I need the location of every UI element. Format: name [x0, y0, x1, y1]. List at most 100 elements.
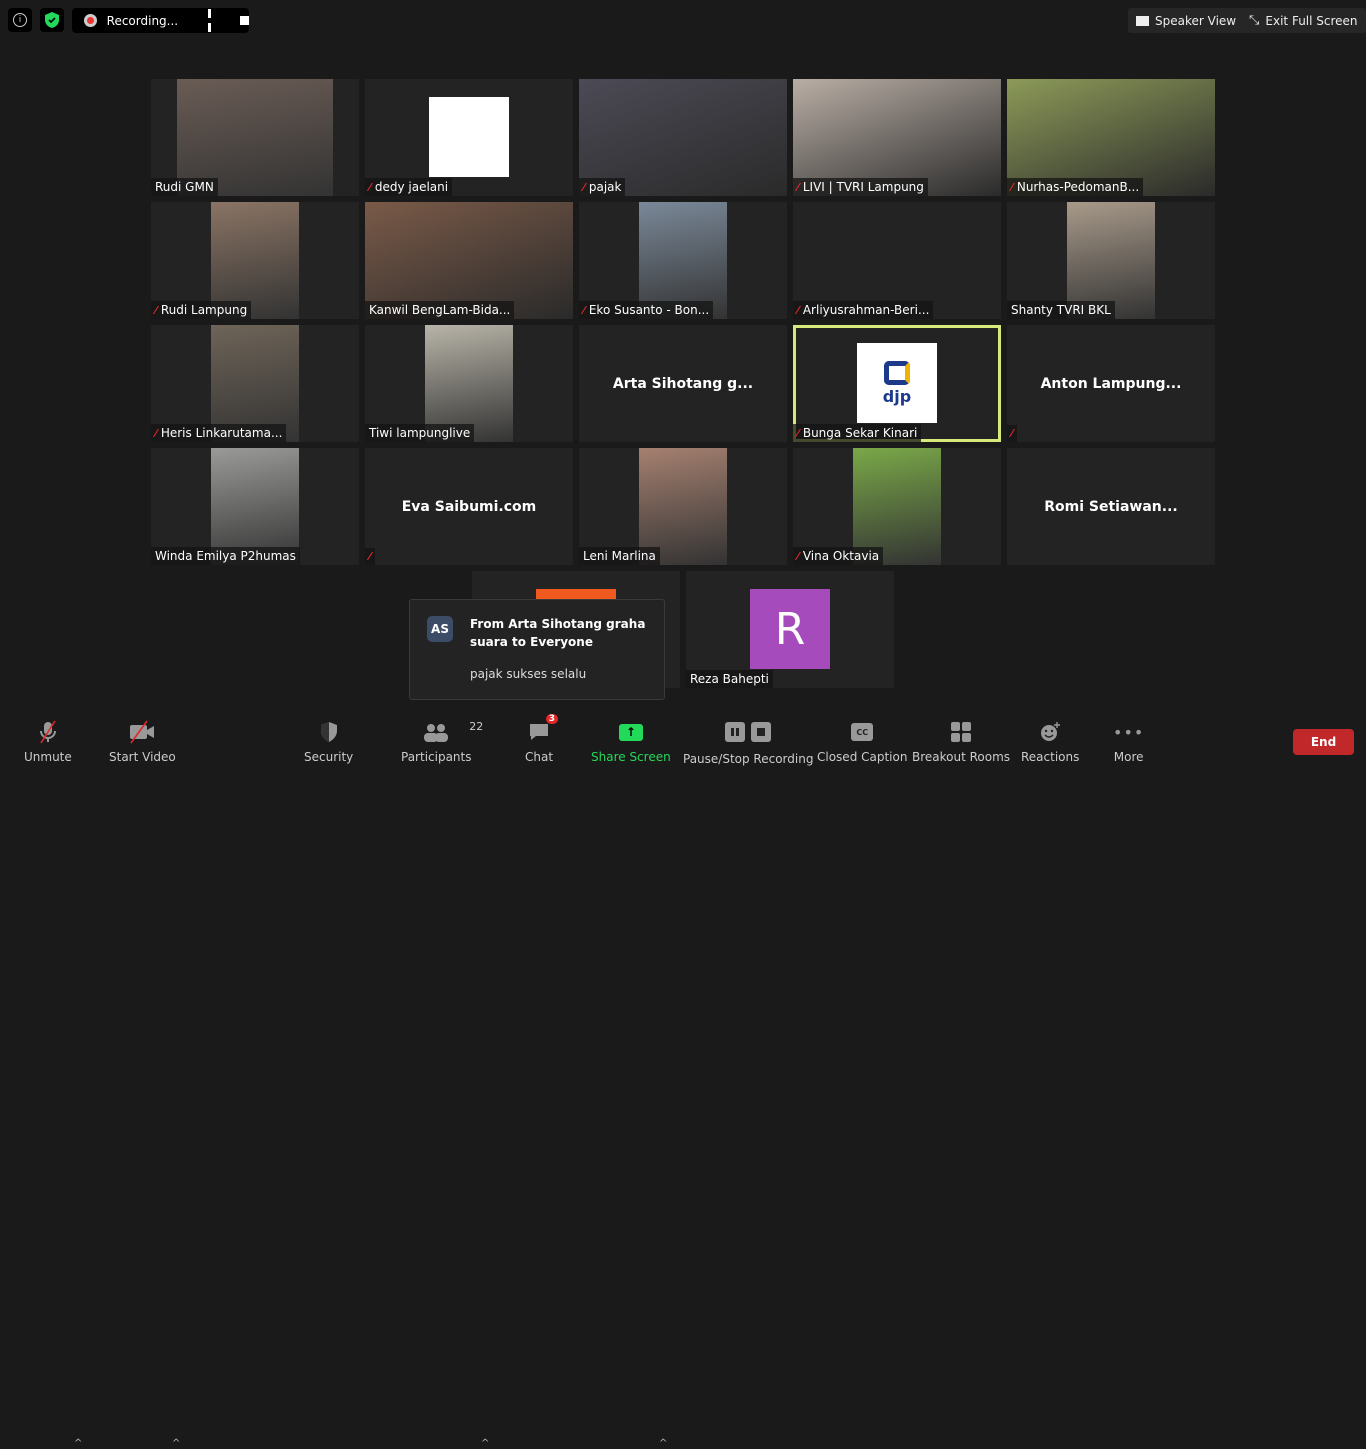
audio-options-caret[interactable]: ^: [74, 1438, 82, 1449]
participant-tile[interactable]: R Reza Bahepti: [686, 571, 894, 688]
chat-notification[interactable]: AS From Arta Sihotang graha suara to Eve…: [409, 599, 665, 700]
mic-muted-icon: ⁄: [797, 180, 799, 194]
exit-full-screen-button[interactable]: ⤡ Exit Full Screen: [1241, 8, 1366, 33]
participant-name-label: ⁄: [365, 548, 375, 565]
participant-name: Kanwil BengLam-Bida...: [369, 303, 511, 317]
exit-full-screen-label: Exit Full Screen: [1265, 13, 1358, 28]
participant-tile[interactable]: ⁄ LIVI | TVRI Lampung: [793, 79, 1001, 196]
more-label: More: [1113, 750, 1144, 764]
encryption-button[interactable]: [40, 8, 64, 32]
participant-tile[interactable]: Arta Sihotang g...: [579, 325, 787, 442]
speaker-view-icon: [1136, 15, 1149, 26]
participant-tile[interactable]: djp ⁄ Bunga Sekar Kinari: [793, 325, 1001, 442]
more-button[interactable]: ••• More: [1113, 720, 1144, 765]
participant-tile[interactable]: ⁄ pajak: [579, 79, 787, 196]
participant-name: Vina Oktavia: [802, 549, 880, 563]
breakout-rooms-button[interactable]: Breakout Rooms: [912, 720, 1010, 764]
chat-unread-badge: 3: [545, 714, 559, 724]
participant-tile[interactable]: Kanwil BengLam-Bida...: [365, 202, 573, 319]
pause-stop-recording-button[interactable]: Pause/Stop Recording: [683, 720, 813, 766]
participant-tile[interactable]: Romi Setiawan...: [1007, 448, 1215, 565]
participant-name: Eko Susanto - Bon...: [588, 303, 710, 317]
participant-tile[interactable]: Winda Emilya P2humas: [151, 448, 359, 565]
participant-tile[interactable]: Shanty TVRI BKL: [1007, 202, 1215, 319]
participant-tile[interactable]: Rudi GMN: [151, 79, 359, 196]
participant-tile[interactable]: Tiwi lampunglive: [365, 325, 573, 442]
speaker-view-button[interactable]: Speaker View: [1128, 8, 1245, 33]
participant-name-label: Rudi GMN: [151, 178, 218, 196]
chat-button[interactable]: 3 Chat: [525, 714, 559, 764]
participant-name-label: ⁄ pajak: [579, 178, 626, 196]
recording-label: Recording...: [106, 13, 179, 28]
participant-name: Winda Emilya P2humas: [155, 549, 296, 563]
reactions-label: Reactions: [1021, 750, 1080, 764]
security-shield-icon: [320, 720, 338, 744]
end-meeting-button[interactable]: End: [1293, 729, 1354, 755]
participant-name-label: Reza Bahepti: [686, 670, 773, 688]
participant-name: Nurhas-PedomanB...: [1016, 180, 1140, 194]
mic-muted-icon: ⁄: [1011, 427, 1013, 440]
participant-tile[interactable]: Anton Lampung... ⁄: [1007, 325, 1215, 442]
participant-name: Arliyusrahman-Beri...: [802, 303, 930, 317]
participants-icon: 22: [423, 720, 483, 744]
meeting-toolbar: Unmute ^ Start Video ^ Security 22 Partic…: [0, 712, 1366, 1449]
cc-icon: CC: [851, 720, 874, 744]
pause-stop-label: Pause/Stop Recording: [683, 752, 814, 766]
participant-name: pajak: [588, 180, 622, 194]
mic-muted-icon: ⁄: [1011, 180, 1013, 194]
participant-name-label: ⁄ Nurhas-PedomanB...: [1007, 178, 1144, 196]
participant-name-center: Anton Lampung...: [1040, 375, 1182, 392]
participant-name: Tiwi lampunglive: [369, 426, 471, 440]
participant-name: Rudi Lampung: [160, 303, 248, 317]
unmute-button[interactable]: Unmute: [24, 720, 72, 764]
participant-name-label: Leni Marlina: [579, 547, 660, 565]
reactions-button[interactable]: Reactions: [1021, 720, 1079, 764]
participant-tile[interactable]: Eva Saibumi.com ⁄: [365, 448, 573, 565]
participant-name: Bunga Sekar Kinari: [802, 426, 918, 440]
share-screen-button[interactable]: ↑ Share Screen: [591, 720, 671, 764]
share-options-caret[interactable]: ^: [659, 1438, 667, 1449]
participant-tile[interactable]: Leni Marlina: [579, 448, 787, 565]
participant-tile[interactable]: ⁄ Heris Linkarutama...: [151, 325, 359, 442]
participant-name: Rudi GMN: [155, 180, 214, 194]
recording-dot-icon: [84, 14, 97, 27]
stop-recording-button[interactable]: [240, 14, 250, 28]
video-options-caret[interactable]: ^: [172, 1438, 180, 1449]
closed-caption-label: Closed Caption: [817, 750, 908, 764]
participant-name-label: Kanwil BengLam-Bida...: [365, 301, 515, 319]
pause-stop-icon: [725, 720, 772, 744]
participant-tile[interactable]: ⁄ Arliyusrahman-Beri...: [793, 202, 1001, 319]
info-icon: i: [13, 13, 27, 27]
meeting-info-button[interactable]: i: [8, 8, 32, 32]
participant-tile[interactable]: ⁄ Nurhas-PedomanB...: [1007, 79, 1215, 196]
mic-muted-icon: ⁄: [797, 426, 799, 440]
participant-tile[interactable]: ⁄ Eko Susanto - Bon...: [579, 202, 787, 319]
participants-button[interactable]: 22 Participants: [401, 720, 483, 764]
participant-tile[interactable]: ⁄ Vina Oktavia: [793, 448, 1001, 565]
sender-avatar: AS: [427, 616, 453, 642]
djp-logo: djp: [857, 343, 937, 423]
participant-name-label: ⁄: [1007, 425, 1017, 442]
chat-label: Chat: [525, 750, 554, 764]
participants-options-caret[interactable]: ^: [481, 1438, 489, 1449]
participant-name: Shanty TVRI BKL: [1011, 303, 1111, 317]
participant-name-label: Shanty TVRI BKL: [1007, 301, 1115, 319]
share-screen-label: Share Screen: [591, 750, 671, 764]
participant-name-label: ⁄ dedy jaelani: [365, 178, 453, 196]
participant-tile[interactable]: ⁄ dedy jaelani: [365, 79, 573, 196]
pause-recording-button[interactable]: [208, 7, 218, 35]
share-screen-arrow-icon: ↑: [618, 720, 643, 744]
recording-indicator: Recording...: [72, 7, 250, 35]
breakout-label: Breakout Rooms: [912, 750, 1011, 764]
start-video-button[interactable]: Start Video: [109, 720, 176, 764]
mic-muted-icon: ⁄: [583, 303, 585, 317]
participant-name: dedy jaelani: [374, 180, 449, 194]
participant-tile[interactable]: ⁄ Rudi Lampung: [151, 202, 359, 319]
participants-count: 22: [469, 720, 484, 733]
avatar: R: [750, 589, 830, 669]
mic-muted-icon: ⁄: [797, 549, 799, 563]
participant-name: Leni Marlina: [583, 549, 656, 563]
security-button[interactable]: Security: [304, 720, 353, 764]
shield-check-icon: [45, 12, 59, 28]
closed-caption-button[interactable]: CC Closed Caption: [817, 720, 907, 764]
